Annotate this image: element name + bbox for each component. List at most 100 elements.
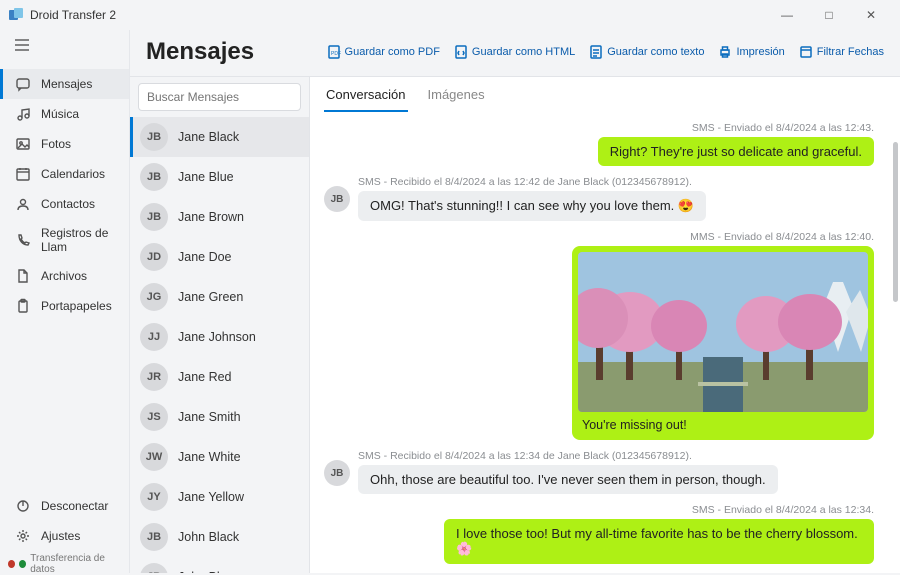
disconnect-icon	[15, 498, 31, 514]
message-row: SMS - Enviado el 8/4/2024 a las 12:34. I …	[324, 500, 874, 564]
sidebar-item-contactos[interactable]: Contactos	[0, 189, 129, 219]
music-icon	[15, 106, 31, 122]
contact-item[interactable]: JW Jane White	[130, 437, 309, 477]
tab-imágenes[interactable]: Imágenes	[426, 77, 487, 112]
pdf-icon: PDF	[327, 45, 341, 59]
contact-name: Jane Brown	[178, 210, 244, 224]
sidebar-item-desconectar[interactable]: Desconectar	[0, 491, 129, 521]
message-bubble: Right? They're just so delicate and grac…	[598, 137, 874, 166]
contact-item[interactable]: JB Jane Brown	[130, 197, 309, 237]
avatar: JW	[140, 443, 168, 471]
page-title: Mensajes	[146, 38, 254, 66]
sidebar-item-label: Calendarios	[41, 167, 105, 181]
search-input[interactable]	[138, 83, 301, 111]
sidebar-item-label: Ajustes	[41, 529, 80, 543]
toolbar-label: Guardar como PDF	[345, 46, 440, 58]
mms-image	[578, 252, 868, 412]
avatar: JB	[324, 186, 350, 212]
message-meta: SMS - Recibido el 8/4/2024 a las 12:34 d…	[358, 450, 778, 462]
toolbar-print-button[interactable]: Impresión	[718, 45, 784, 59]
txt-icon	[589, 45, 603, 59]
html-icon	[454, 45, 468, 59]
message-bubble: OMG! That's stunning!! I can see why you…	[358, 191, 706, 221]
filter-icon	[799, 45, 813, 59]
avatar: JJ	[140, 323, 168, 351]
avatar: JB	[140, 203, 168, 231]
mms-caption: You're missing out!	[578, 412, 868, 434]
avatar: JS	[140, 403, 168, 431]
contact-list-pane: JBJane BlackJBJane BlueJBJane BrownJDJan…	[130, 77, 310, 573]
sidebar-item-música[interactable]: Música	[0, 99, 129, 129]
message-meta: SMS - Enviado el 8/4/2024 a las 12:43.	[692, 122, 874, 134]
window-maximize-button[interactable]: □	[808, 1, 850, 29]
toolbar-pdf-button[interactable]: PDF Guardar como PDF	[327, 45, 440, 59]
sidebar-item-mensajes[interactable]: Mensajes	[0, 69, 129, 99]
sidebar: Mensajes Música Fotos Calendarios ContactosR…	[0, 30, 130, 573]
sidebar-item-label: Mensajes	[41, 77, 92, 91]
clipboard-icon	[15, 298, 31, 314]
message-row: JB SMS - Recibido el 8/4/2024 a las 12:42…	[324, 172, 874, 221]
sidebar-item-ajustes[interactable]: Ajustes	[0, 521, 129, 551]
contact-name: John Black	[178, 530, 239, 544]
sidebar-item-fotos[interactable]: Fotos	[0, 129, 129, 159]
contact-name: Jane Red	[178, 370, 232, 384]
toolbar-label: Filtrar Fechas	[817, 46, 884, 58]
toolbar-label: Guardar como HTML	[472, 46, 575, 58]
contact-name: Jane Green	[178, 290, 243, 304]
toolbar-html-button[interactable]: Guardar como HTML	[454, 45, 575, 59]
avatar: JB	[140, 123, 168, 151]
contact-icon	[15, 196, 31, 212]
contact-name: Jane Johnson	[178, 330, 256, 344]
contact-item[interactable]: JRJane Red	[130, 357, 309, 397]
contact-name: Jane Smith	[178, 410, 241, 424]
toolbar-txt-button[interactable]: Guardar como texto	[589, 45, 704, 59]
sidebar-item-calendarios[interactable]: Calendarios	[0, 159, 129, 189]
contact-item[interactable]: JBJane Blue	[130, 157, 309, 197]
window-close-button[interactable]: ✕	[850, 1, 892, 29]
contact-item[interactable]: JBJohn Blue	[130, 557, 309, 573]
scrollbar-thumb[interactable]	[893, 142, 898, 302]
chat-pane: Conversación Imágenes SMS - Enviado el 8/…	[310, 77, 900, 573]
contact-name: Jane Blue	[178, 170, 234, 184]
avatar: JD	[140, 243, 168, 271]
message-bubble: Ohh, those are beautiful too. I've never…	[358, 465, 778, 494]
contact-name: Jane Doe	[178, 250, 232, 264]
contact-item[interactable]: JG Jane Green	[130, 277, 309, 317]
contact-name: Jane Yellow	[178, 490, 244, 504]
mms-bubble: You're missing out!	[572, 246, 874, 440]
message-row: MMS - Enviado el 8/4/2024 a las 12:40.Yo…	[324, 227, 874, 440]
sidebar-item-label: Música	[41, 107, 79, 121]
tab-conversación[interactable]: Conversación	[324, 77, 408, 112]
sidebar-item-registros-de-llam[interactable]: Registros de Llam	[0, 219, 129, 261]
message-bubble: I love those too! But my all-time favori…	[444, 519, 874, 564]
contact-item[interactable]: JBJane Black	[130, 117, 309, 157]
svg-text:PDF: PDF	[331, 51, 341, 57]
contact-item[interactable]: JB John Black	[130, 517, 309, 557]
message-icon	[15, 76, 31, 92]
avatar: JB	[140, 563, 168, 573]
toolbar-filter-button[interactable]: Filtrar Fechas	[799, 45, 884, 59]
toolbar-label: Guardar como texto	[607, 46, 704, 58]
gear-icon	[15, 528, 31, 544]
window-minimize-button[interactable]: —	[766, 1, 808, 29]
avatar: JB	[140, 523, 168, 551]
file-icon	[15, 268, 31, 284]
avatar: JG	[140, 283, 168, 311]
sidebar-item-label: Desconectar	[41, 499, 108, 513]
message-meta: SMS - Enviado el 8/4/2024 a las 12:34.	[692, 504, 874, 516]
status-bar: Transferencia de datos	[0, 555, 129, 573]
avatar: JB	[324, 460, 350, 486]
contact-item[interactable]: JS Jane Smith	[130, 397, 309, 437]
contact-name: Jane White	[178, 450, 241, 464]
contact-item[interactable]: JJ Jane Johnson	[130, 317, 309, 357]
contact-item[interactable]: JD Jane Doe	[130, 237, 309, 277]
sidebar-item-archivos[interactable]: Archivos	[0, 261, 129, 291]
message-meta: SMS - Recibido el 8/4/2024 a las 12:42 d…	[358, 176, 706, 188]
status-text: Transferencia de datos	[30, 553, 121, 575]
status-dot-red	[8, 560, 15, 568]
sidebar-item-portapapeles[interactable]: Portapapeles	[0, 291, 129, 321]
contact-item[interactable]: JY Jane Yellow	[130, 477, 309, 517]
hamburger-button[interactable]	[0, 30, 129, 65]
avatar: JY	[140, 483, 168, 511]
content-header: Mensajes PDF Guardar como PDF Guardar como…	[130, 30, 900, 76]
